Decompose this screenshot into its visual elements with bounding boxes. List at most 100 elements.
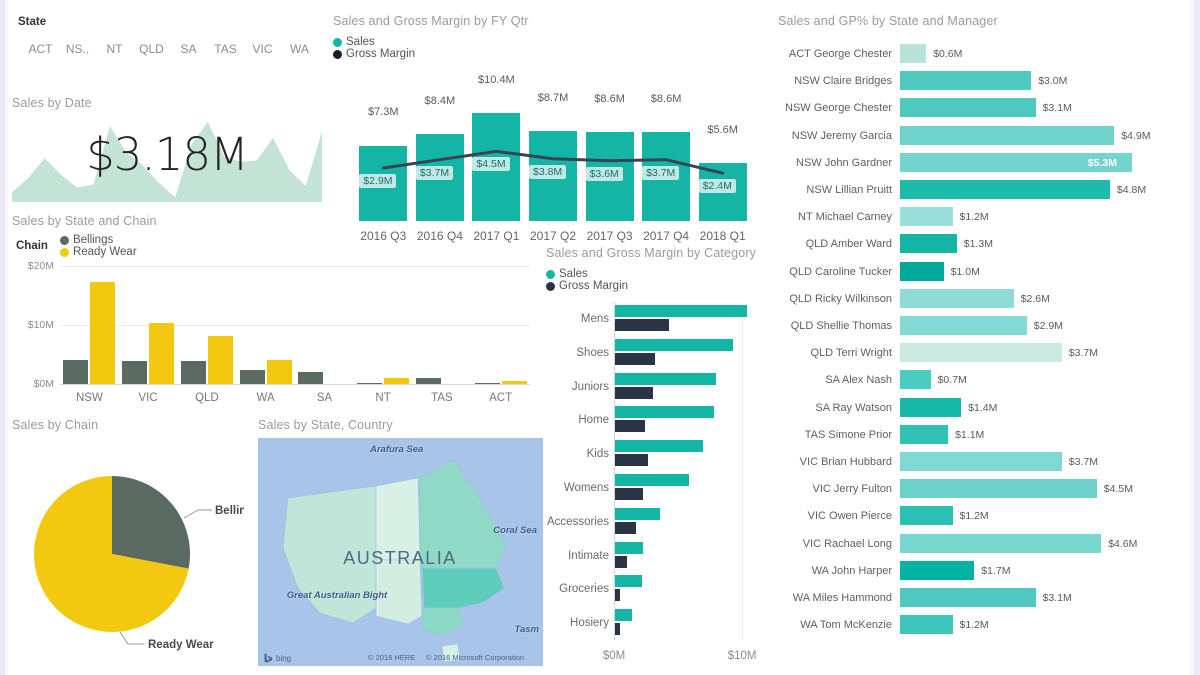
sales-bar[interactable] <box>615 508 660 520</box>
manager-sales-bar[interactable] <box>900 316 1027 335</box>
manager-sales-bar[interactable] <box>900 370 931 389</box>
manager-row-label[interactable]: SA Ray Watson <box>778 402 892 414</box>
manager-sales-bar[interactable] <box>900 289 1014 308</box>
manager-sales-bar[interactable] <box>900 343 1062 362</box>
column-bar[interactable] <box>122 361 147 384</box>
gross-margin-bar[interactable] <box>615 353 655 365</box>
slicer-item-ns[interactable]: NS.. <box>59 42 96 56</box>
slicer-item-vic[interactable]: VIC <box>244 42 281 56</box>
slicer-item-nt[interactable]: NT <box>96 42 133 56</box>
manager-sales-bar[interactable] <box>900 207 953 226</box>
bing-logo[interactable]: bing <box>264 653 291 663</box>
manager-sales-bar[interactable] <box>900 71 1031 90</box>
sales-bar[interactable] <box>615 474 689 486</box>
manager-sales-bar[interactable] <box>900 234 957 253</box>
manager-sales-bar[interactable] <box>900 506 953 525</box>
manager-sales-bar[interactable] <box>900 44 926 63</box>
manager-sales-bar[interactable] <box>900 561 974 580</box>
slicer-item-tas[interactable]: TAS <box>207 42 244 56</box>
column-bar[interactable] <box>502 381 527 384</box>
manager-row-label[interactable]: ACT George Chester <box>778 48 892 60</box>
pie-slice[interactable] <box>112 476 190 569</box>
manager-row-label[interactable]: QLD Ricky Wilkinson <box>778 293 892 305</box>
manager-sales-bar[interactable] <box>900 98 1036 117</box>
manager-row-label[interactable]: TAS Simone Prior <box>778 429 892 441</box>
state-manager-plot: ACT George Chester$0.6MNSW Claire Bridge… <box>778 40 1184 665</box>
column-bar[interactable] <box>475 383 500 385</box>
gross-margin-bar[interactable] <box>615 420 645 432</box>
column-bar[interactable] <box>357 383 382 385</box>
manager-sales-bar[interactable] <box>900 588 1036 607</box>
column-bar[interactable] <box>384 378 409 384</box>
manager-sales-bar[interactable] <box>900 425 948 444</box>
manager-row-label[interactable]: VIC Brian Hubbard <box>778 456 892 468</box>
manager-row-label[interactable]: QLD Terri Wright <box>778 347 892 359</box>
manager-sales-bar[interactable] <box>900 452 1062 471</box>
column-bar[interactable] <box>240 370 265 384</box>
slicer-item-qld[interactable]: QLD <box>133 42 170 56</box>
manager-sales-bar[interactable] <box>900 615 953 634</box>
slicer-item-sa[interactable]: SA <box>170 42 207 56</box>
manager-row-label[interactable]: NSW George Chester <box>778 102 892 114</box>
gross-margin-bar[interactable] <box>615 589 620 601</box>
manager-row-label[interactable]: NSW Claire Bridges <box>778 75 892 87</box>
manager-row-label[interactable]: WA Miles Hammond <box>778 592 892 604</box>
sales-bar[interactable] <box>615 440 703 452</box>
column-bar[interactable] <box>208 336 233 384</box>
column-bar[interactable] <box>298 372 323 384</box>
sales-bar[interactable] <box>615 339 733 351</box>
gross-margin-bar[interactable] <box>615 488 643 500</box>
manager-row-label[interactable]: VIC Rachael Long <box>778 538 892 550</box>
manager-row-label[interactable]: WA John Harper <box>778 565 892 577</box>
legend-item-sales[interactable]: Sales <box>333 36 761 48</box>
sea-label-coral: Coral Sea <box>493 526 537 537</box>
manager-row-label[interactable]: WA Tom McKenzie <box>778 619 892 631</box>
column-bar[interactable] <box>149 323 174 384</box>
gross-margin-bar[interactable] <box>615 522 636 534</box>
slicer-item-wa[interactable]: WA <box>281 42 318 56</box>
manager-row-label[interactable]: QLD Shellie Thomas <box>778 320 892 332</box>
manager-sales-bar[interactable] <box>900 126 1114 145</box>
gross-margin-bar[interactable] <box>615 387 653 399</box>
column-bar[interactable] <box>181 361 206 384</box>
gross-margin-bar[interactable] <box>615 319 669 331</box>
sales-bar[interactable] <box>615 609 632 621</box>
slicer-item-act[interactable]: ACT <box>22 42 59 56</box>
manager-sales-bar[interactable] <box>900 262 944 281</box>
manager-row-label[interactable]: QLD Caroline Tucker <box>778 266 892 278</box>
gross-margin-bar[interactable] <box>615 623 620 635</box>
map-region-nsw[interactable] <box>422 568 504 608</box>
manager-row-label[interactable]: NSW John Gardner <box>778 157 892 169</box>
manager-sales-bar[interactable] <box>900 534 1101 553</box>
gross-margin-bar[interactable] <box>615 556 627 568</box>
manager-row-label[interactable]: QLD Amber Ward <box>778 238 892 250</box>
sea-label-bight: Great Australian Bight <box>282 590 392 601</box>
gross-margin-bar[interactable] <box>615 454 648 466</box>
manager-row-label[interactable]: NSW Jeremy Garcia <box>778 130 892 142</box>
manager-sales-bar[interactable] <box>900 398 961 417</box>
sales-bar[interactable] <box>615 373 716 385</box>
sales-bar[interactable] <box>615 406 714 418</box>
legend-item-ready-wear[interactable]: Ready Wear <box>60 246 137 258</box>
sales-bar[interactable] <box>615 575 642 587</box>
manager-row-label[interactable]: NSW Lillian Pruitt <box>778 184 892 196</box>
manager-row-label[interactable]: NT Michael Carney <box>778 211 892 223</box>
column-bar[interactable] <box>90 282 115 384</box>
manager-sales-bar[interactable] <box>900 479 1097 498</box>
column-bar[interactable] <box>416 378 441 384</box>
manager-row-label[interactable]: SA Alex Nash <box>778 374 892 386</box>
column-bar[interactable] <box>63 360 88 384</box>
map-region-vic[interactable] <box>422 608 464 636</box>
legend-item-sales[interactable]: Sales <box>546 268 764 280</box>
legend-item-bellings[interactable]: Bellings <box>60 234 137 246</box>
sales-bar[interactable] <box>615 542 643 554</box>
manager-row-label[interactable]: VIC Jerry Fulton <box>778 483 892 495</box>
manager-row-label[interactable]: VIC Owen Pierce <box>778 510 892 522</box>
manager-sales-bar[interactable] <box>900 180 1110 199</box>
legend-item-gross-margin[interactable]: Gross Margin <box>546 280 764 292</box>
y-axis-category-label: Hosiery <box>546 617 609 629</box>
map-viewport[interactable]: AUSTRALIA Arafura Sea Coral Sea Great Au… <box>258 438 543 666</box>
legend-item-gross-margin[interactable]: Gross Margin <box>333 48 761 60</box>
sales-bar[interactable] <box>615 305 747 317</box>
column-bar[interactable] <box>267 360 292 384</box>
